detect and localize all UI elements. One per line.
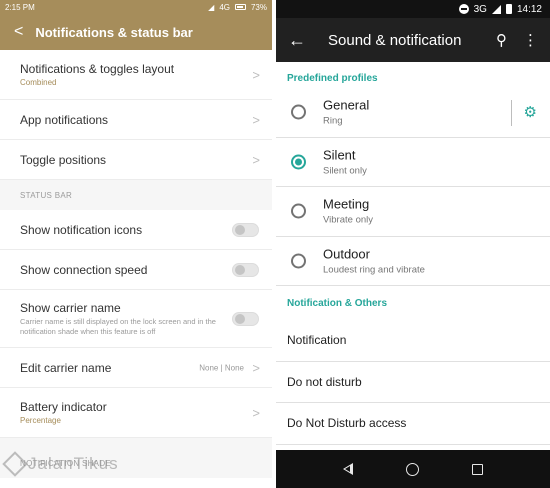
chevron-right-icon: > <box>252 67 260 82</box>
network-type: 3G <box>473 3 487 15</box>
wifi-icon: ◢ <box>208 2 215 12</box>
signal-icon <box>491 4 501 14</box>
chevron-right-icon: > <box>252 112 260 127</box>
do-not-disturb-icon <box>458 4 469 14</box>
header: < Notifications & status bar <box>0 14 272 50</box>
radio-button[interactable] <box>291 253 306 269</box>
battery-percent: 73% <box>250 2 267 12</box>
profile-meeting[interactable]: Meeting Vibrate only <box>276 187 550 237</box>
chevron-right-icon: > <box>252 405 260 420</box>
profile-subtitle: Silent only <box>323 165 367 177</box>
profile-title: Silent <box>323 147 356 163</box>
item-title: App notifications <box>20 112 109 127</box>
overflow-menu-icon[interactable]: ⋮ <box>523 31 538 49</box>
item-title: Show carrier name <box>20 300 121 315</box>
settings-item-notifications-layout[interactable]: Notifications & toggles layout Combined … <box>0 50 272 100</box>
page-title: Sound & notification <box>328 31 462 49</box>
jalantikus-logo-icon <box>2 451 28 477</box>
settings-item-do-not-disturb[interactable]: Do not disturb <box>276 362 550 403</box>
item-title: Show connection speed <box>20 262 148 277</box>
settings-item-dnd-access[interactable]: Do Not Disturb access <box>276 403 550 445</box>
settings-item-edit-carrier-name[interactable]: Edit carrier name None | None > <box>0 348 272 388</box>
nav-back-icon[interactable] <box>342 463 353 475</box>
status-time: 2:15 PM <box>5 2 35 12</box>
status-time: 14:12 <box>516 3 542 15</box>
connection-speed-toggle[interactable] <box>232 262 259 277</box>
settings-item-toggle-positions[interactable]: Toggle positions > <box>0 140 272 180</box>
profile-outdoor[interactable]: Outdoor Loudest ring and vibrate <box>276 237 550 286</box>
navigation-bar <box>276 450 550 488</box>
battery-icon <box>505 4 512 14</box>
app-bar: ← Sound & notification ⚲ ⋮ <box>276 18 550 62</box>
settings-item-battery-indicator[interactable]: Battery indicator Percentage > <box>0 388 272 438</box>
profile-title: Outdoor <box>323 246 370 262</box>
item-title: Show notification icons <box>20 222 143 237</box>
profile-title: Meeting <box>323 196 370 212</box>
item-description: Carrier name is still displayed on the l… <box>20 316 216 336</box>
settings-item-notification-icons[interactable]: Show notification icons <box>0 210 272 250</box>
status-bar: 3G 14:12 <box>276 0 550 18</box>
radio-button[interactable] <box>291 104 306 120</box>
notification-icons-toggle[interactable] <box>232 222 259 237</box>
item-subtitle: Percentage <box>20 416 61 425</box>
section-gap <box>0 438 272 448</box>
item-subtitle: Combined <box>20 78 57 87</box>
chevron-right-icon: > <box>252 360 260 375</box>
network-type: 4G <box>219 2 230 12</box>
back-arrow-icon[interactable]: < <box>14 24 23 40</box>
android-settings-panel: 3G 14:12 ← Sound & notification ⚲ ⋮ Pred… <box>276 0 550 488</box>
radio-button-selected[interactable] <box>291 154 306 170</box>
profile-subtitle: Loudest ring and vibrate <box>323 264 425 276</box>
profile-subtitle: Ring <box>323 115 343 127</box>
search-icon[interactable]: ⚲ <box>496 31 507 49</box>
miui-settings-panel: 2:15 PM ◢ 4G 73% < Notifications & statu… <box>0 0 272 488</box>
nav-home-icon[interactable] <box>405 462 419 476</box>
settings-item-app-notifications[interactable]: App notifications > <box>0 100 272 140</box>
watermark: JalanTikus <box>2 451 119 477</box>
profile-general[interactable]: General Ring ⚙ <box>276 88 550 138</box>
watermark-text: JalanTikus <box>28 454 119 473</box>
carrier-name-toggle[interactable] <box>232 311 259 326</box>
nav-recents-icon[interactable] <box>472 463 484 475</box>
settings-item-carrier-name[interactable]: Show carrier name Carrier name is still … <box>0 290 272 348</box>
profile-title: General <box>323 97 370 113</box>
radio-button[interactable] <box>291 203 306 219</box>
back-arrow-icon[interactable]: ← <box>288 30 306 51</box>
status-bar: 2:15 PM ◢ 4G 73% <box>0 0 272 14</box>
carrier-value: None | None <box>199 363 244 372</box>
profile-subtitle: Vibrate only <box>323 214 373 226</box>
section-header-others: Notification & Others <box>287 297 388 309</box>
chevron-right-icon: > <box>252 152 260 167</box>
gear-icon[interactable]: ⚙ <box>524 103 537 121</box>
settings-item-connection-speed[interactable]: Show connection speed <box>0 250 272 290</box>
item-title: Toggle positions <box>20 152 107 167</box>
battery-icon <box>234 4 246 10</box>
section-header-profiles: Predefined profiles <box>287 73 378 84</box>
profile-silent[interactable]: Silent Silent only <box>276 138 550 187</box>
item-title: Battery indicator <box>20 400 107 414</box>
settings-item-notification[interactable]: Notification <box>276 320 550 362</box>
section-header-status-bar: STATUS BAR <box>0 180 272 210</box>
item-title: Notifications & toggles layout <box>20 62 175 76</box>
divider-line <box>511 100 512 126</box>
page-title: Notifications & status bar <box>35 24 193 40</box>
